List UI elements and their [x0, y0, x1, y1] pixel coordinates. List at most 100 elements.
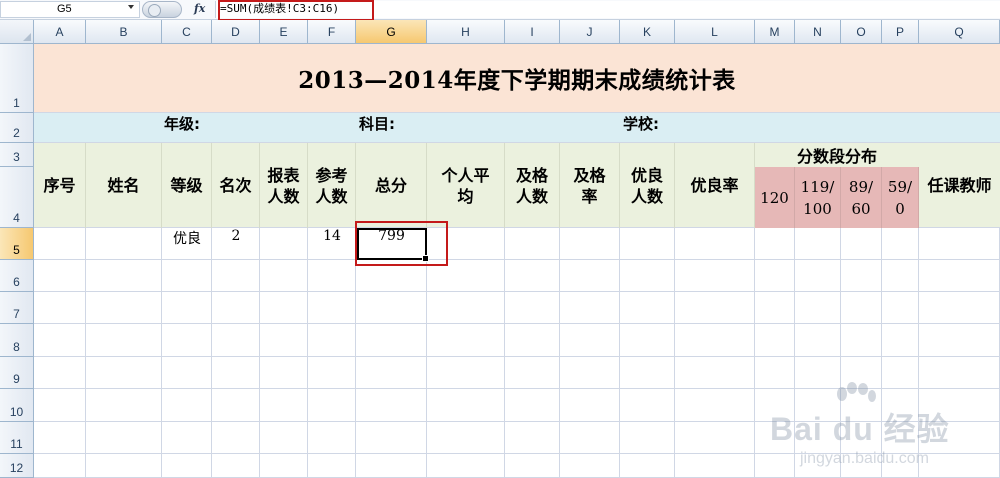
header-rank[interactable]: 名次 [212, 143, 260, 228]
grid-cell[interactable] [620, 389, 675, 422]
grid-cell[interactable] [620, 228, 675, 260]
grid-cell[interactable] [755, 260, 795, 292]
column-header-p[interactable]: P [882, 20, 919, 44]
grid-cell[interactable] [34, 422, 86, 454]
grid-cell[interactable] [34, 324, 86, 357]
grid-cell[interactable] [260, 228, 308, 260]
grid-cell[interactable] [427, 454, 505, 478]
grid-cell[interactable] [162, 357, 212, 389]
row-header-11[interactable]: 11 [0, 422, 34, 454]
grid-cell[interactable] [34, 389, 86, 422]
cell-d5-rank[interactable]: 2 [212, 228, 260, 260]
grid-cell[interactable] [212, 422, 260, 454]
grid-cell[interactable] [882, 260, 919, 292]
grid-cell[interactable] [86, 422, 162, 454]
column-header-a[interactable]: A [34, 20, 86, 44]
grid-cell[interactable] [34, 357, 86, 389]
grid-cell[interactable] [505, 389, 560, 422]
grid-cell[interactable] [795, 260, 841, 292]
grid-cell[interactable] [795, 292, 841, 324]
chevron-down-icon[interactable] [128, 5, 134, 9]
grid-cell[interactable] [675, 324, 755, 357]
grid-cell[interactable] [86, 389, 162, 422]
column-header-f[interactable]: F [308, 20, 356, 44]
cell-f5-exam-count[interactable]: 14 [308, 228, 356, 260]
grid-cell[interactable] [308, 422, 356, 454]
column-header-c[interactable]: C [162, 20, 212, 44]
grid-cell[interactable] [919, 292, 1000, 324]
dist-59-0[interactable]: 59/ 0 [882, 167, 919, 228]
grid-cell[interactable] [675, 454, 755, 478]
grid-cell[interactable] [212, 260, 260, 292]
row-header-8[interactable]: 8 [0, 324, 34, 357]
grid-cell[interactable] [356, 292, 427, 324]
grid-cell[interactable] [505, 357, 560, 389]
grid-cell[interactable] [427, 422, 505, 454]
header-exam-count[interactable]: 参考 人数 [308, 143, 356, 228]
header-name[interactable]: 姓名 [86, 143, 162, 228]
grid-cell[interactable] [560, 357, 620, 389]
function-icon[interactable]: fx [194, 2, 205, 15]
grid-cell[interactable] [427, 389, 505, 422]
header-level[interactable]: 等级 [162, 143, 212, 228]
grid-cell[interactable] [560, 422, 620, 454]
header-good-rate[interactable]: 优良率 [675, 143, 755, 228]
grid-cell[interactable] [356, 454, 427, 478]
row-header-10[interactable]: 10 [0, 389, 34, 422]
grid-cell[interactable] [308, 260, 356, 292]
grid-cell[interactable] [212, 389, 260, 422]
grid-cell[interactable] [34, 454, 86, 478]
sheet-title[interactable]: 2013—2014年度下学期期末成绩统计表 [34, 44, 1000, 113]
grid-cell[interactable] [260, 260, 308, 292]
grid-cell[interactable] [505, 292, 560, 324]
grid-cell[interactable] [505, 228, 560, 260]
grid-cell[interactable] [841, 260, 882, 292]
grid-cell[interactable] [675, 357, 755, 389]
dist-120[interactable]: 120 [755, 167, 795, 228]
grid-cell[interactable] [620, 324, 675, 357]
grid-cell[interactable] [356, 357, 427, 389]
grid-cell[interactable] [356, 389, 427, 422]
grid-cell[interactable] [162, 454, 212, 478]
column-header-m[interactable]: M [755, 20, 795, 44]
row-header-4[interactable]: 4 [0, 167, 34, 228]
grid-cell[interactable] [841, 228, 882, 260]
grid-cell[interactable] [162, 422, 212, 454]
row-header-6[interactable]: 6 [0, 260, 34, 292]
grid-cell[interactable] [882, 292, 919, 324]
row-header-7[interactable]: 7 [0, 292, 34, 324]
grid-cell[interactable] [260, 324, 308, 357]
header-teacher[interactable]: 任课教师 [919, 143, 1000, 228]
column-header-h[interactable]: H [427, 20, 505, 44]
grid-cell[interactable] [755, 292, 795, 324]
grid-cell[interactable] [308, 454, 356, 478]
grid-cell[interactable] [308, 389, 356, 422]
header-seq[interactable]: 序号 [34, 143, 86, 228]
grid-cell[interactable] [86, 292, 162, 324]
grid-cell[interactable] [620, 260, 675, 292]
cell-c5-level[interactable]: 优良 [162, 228, 212, 260]
select-all-corner[interactable] [0, 20, 34, 44]
grid-cell[interactable] [560, 324, 620, 357]
grid-cell[interactable] [560, 454, 620, 478]
column-header-j[interactable]: J [560, 20, 620, 44]
grid-cell[interactable] [675, 389, 755, 422]
grid-cell[interactable] [34, 292, 86, 324]
row-header-9[interactable]: 9 [0, 357, 34, 389]
header-score-distribution[interactable]: 分数段分布 [755, 143, 919, 167]
grid-cell[interactable] [260, 389, 308, 422]
grid-cell[interactable] [675, 228, 755, 260]
grid-cell[interactable] [675, 422, 755, 454]
info-row[interactable]: 年级: 科目: 学校: [34, 113, 1000, 143]
column-header-i[interactable]: I [505, 20, 560, 44]
grid-cell[interactable] [505, 324, 560, 357]
grid-cell[interactable] [505, 260, 560, 292]
grid-cell[interactable] [162, 324, 212, 357]
grid-cell[interactable] [308, 357, 356, 389]
grid-cell[interactable] [755, 324, 795, 357]
grid-cell[interactable] [560, 260, 620, 292]
grid-cell[interactable] [841, 324, 882, 357]
grid-cell[interactable] [308, 324, 356, 357]
grid-cell[interactable] [795, 324, 841, 357]
header-good-count[interactable]: 优良 人数 [620, 143, 675, 228]
